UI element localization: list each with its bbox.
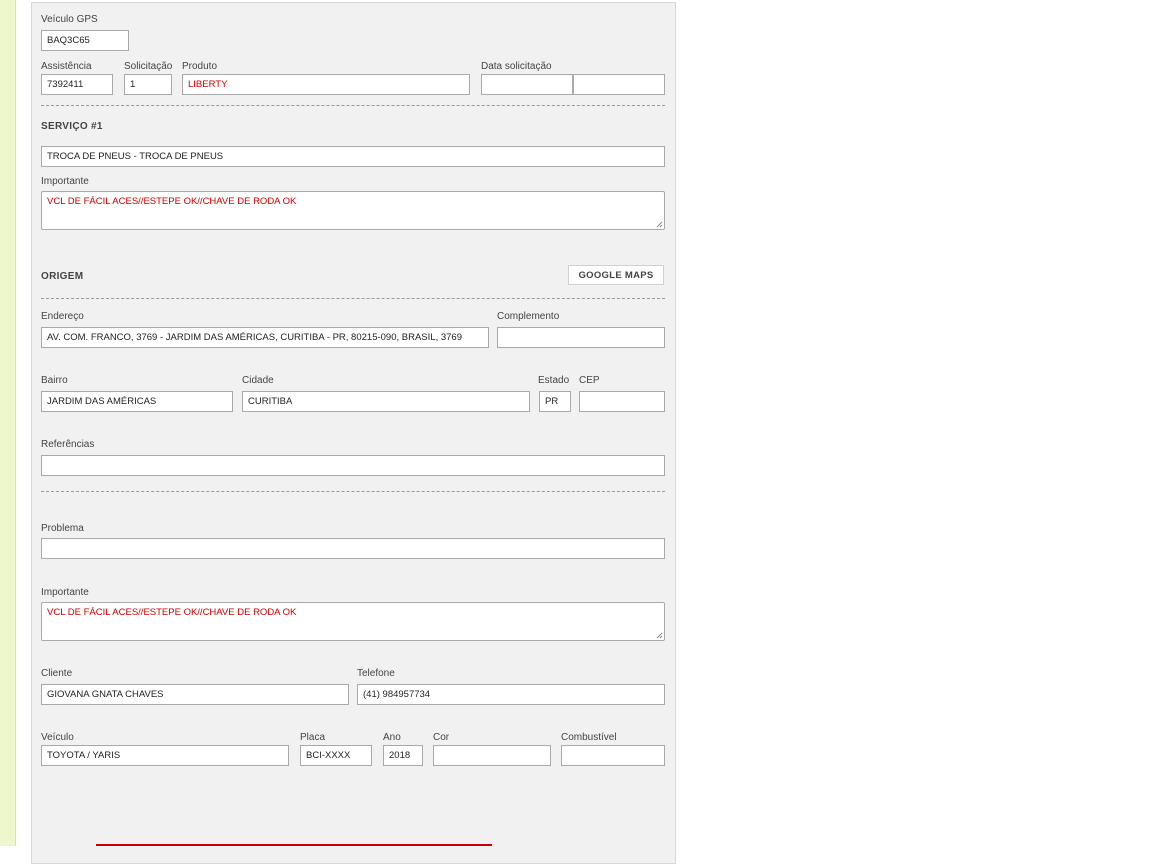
left-side-strip [0, 0, 16, 846]
cor-label: Cor [433, 732, 450, 743]
resize-grip-icon[interactable] [656, 221, 663, 228]
cidade-field[interactable]: CURITIBA [242, 391, 530, 412]
cor-field[interactable] [433, 745, 551, 766]
complemento-label: Complemento [497, 311, 560, 322]
combustivel-field[interactable] [561, 745, 665, 766]
problema-label: Problema [41, 523, 84, 534]
placa-field[interactable]: BCI-XXXX [300, 745, 372, 766]
importante-2-label: Importante [41, 587, 89, 598]
telefone-label: Telefone [357, 668, 395, 679]
endereco-label: Endereço [41, 311, 84, 322]
resize-grip-icon[interactable] [656, 632, 663, 639]
section-divider [41, 298, 665, 299]
produto-label: Produto [182, 61, 218, 72]
assistencia-label: Assistência [41, 61, 92, 72]
referencias-label: Referências [41, 439, 95, 450]
importante-2-textarea[interactable]: VCL DE FÁCIL ACES//ESTEPE OK//CHAVE DE R… [41, 602, 665, 641]
assistencia-field[interactable]: 7392411 [41, 74, 113, 95]
problema-field[interactable] [41, 538, 665, 559]
cidade-label: Cidade [242, 375, 274, 386]
google-maps-button[interactable]: GOOGLE MAPS [568, 265, 664, 285]
gps-vehicle-field[interactable]: BAQ3C65 [41, 30, 129, 51]
section-divider [41, 491, 665, 492]
data-solicitacao-time-field[interactable] [573, 74, 665, 95]
produto-field[interactable]: LIBERTY [182, 74, 470, 95]
importante-textarea[interactable]: VCL DE FÁCIL ACES//ESTEPE OK//CHAVE DE R… [41, 191, 665, 230]
endereco-field[interactable]: AV. COM. FRANCO, 3769 - JARDIM DAS AMÉRI… [41, 327, 489, 348]
veiculo-label: Veículo [41, 732, 74, 743]
combustivel-label: Combustível [561, 732, 617, 743]
estado-field[interactable]: PR [539, 391, 571, 412]
gps-label: Veículo GPS [41, 14, 98, 25]
ano-label: Ano [383, 732, 401, 743]
cep-field[interactable] [579, 391, 665, 412]
telefone-field[interactable]: (41) 984957734 [357, 684, 665, 705]
section-divider [41, 105, 665, 106]
cliente-label: Cliente [41, 668, 73, 679]
bairro-field[interactable]: JARDIM DAS AMÉRICAS [41, 391, 233, 412]
origem-title: ORIGEM [41, 271, 84, 282]
data-solicitacao-date-field[interactable] [481, 74, 573, 95]
veiculo-field[interactable]: TOYOTA / YARIS [41, 745, 289, 766]
solicitacao-label: Solicitação [124, 61, 173, 72]
importante-label: Importante [41, 176, 89, 187]
ano-field[interactable]: 2018 [383, 745, 423, 766]
complemento-field[interactable] [497, 327, 665, 348]
importante-2-text: VCL DE FÁCIL ACES//ESTEPE OK//CHAVE DE R… [47, 607, 297, 618]
cliente-field[interactable]: GIOVANA GNATA CHAVES [41, 684, 349, 705]
solicitacao-field[interactable]: 1 [124, 74, 172, 95]
servico-title: SERVIÇO #1 [41, 121, 103, 132]
data-solicitacao-label: Data solicitação [481, 61, 552, 72]
importante-text: VCL DE FÁCIL ACES//ESTEPE OK//CHAVE DE R… [47, 196, 297, 207]
referencias-field[interactable] [41, 455, 665, 476]
bairro-label: Bairro [41, 375, 68, 386]
servico-field[interactable]: TROCA DE PNEUS - TROCA DE PNEUS [41, 146, 665, 167]
cep-label: CEP [579, 375, 600, 386]
estado-label: Estado [538, 375, 570, 386]
placa-label: Placa [300, 732, 326, 743]
